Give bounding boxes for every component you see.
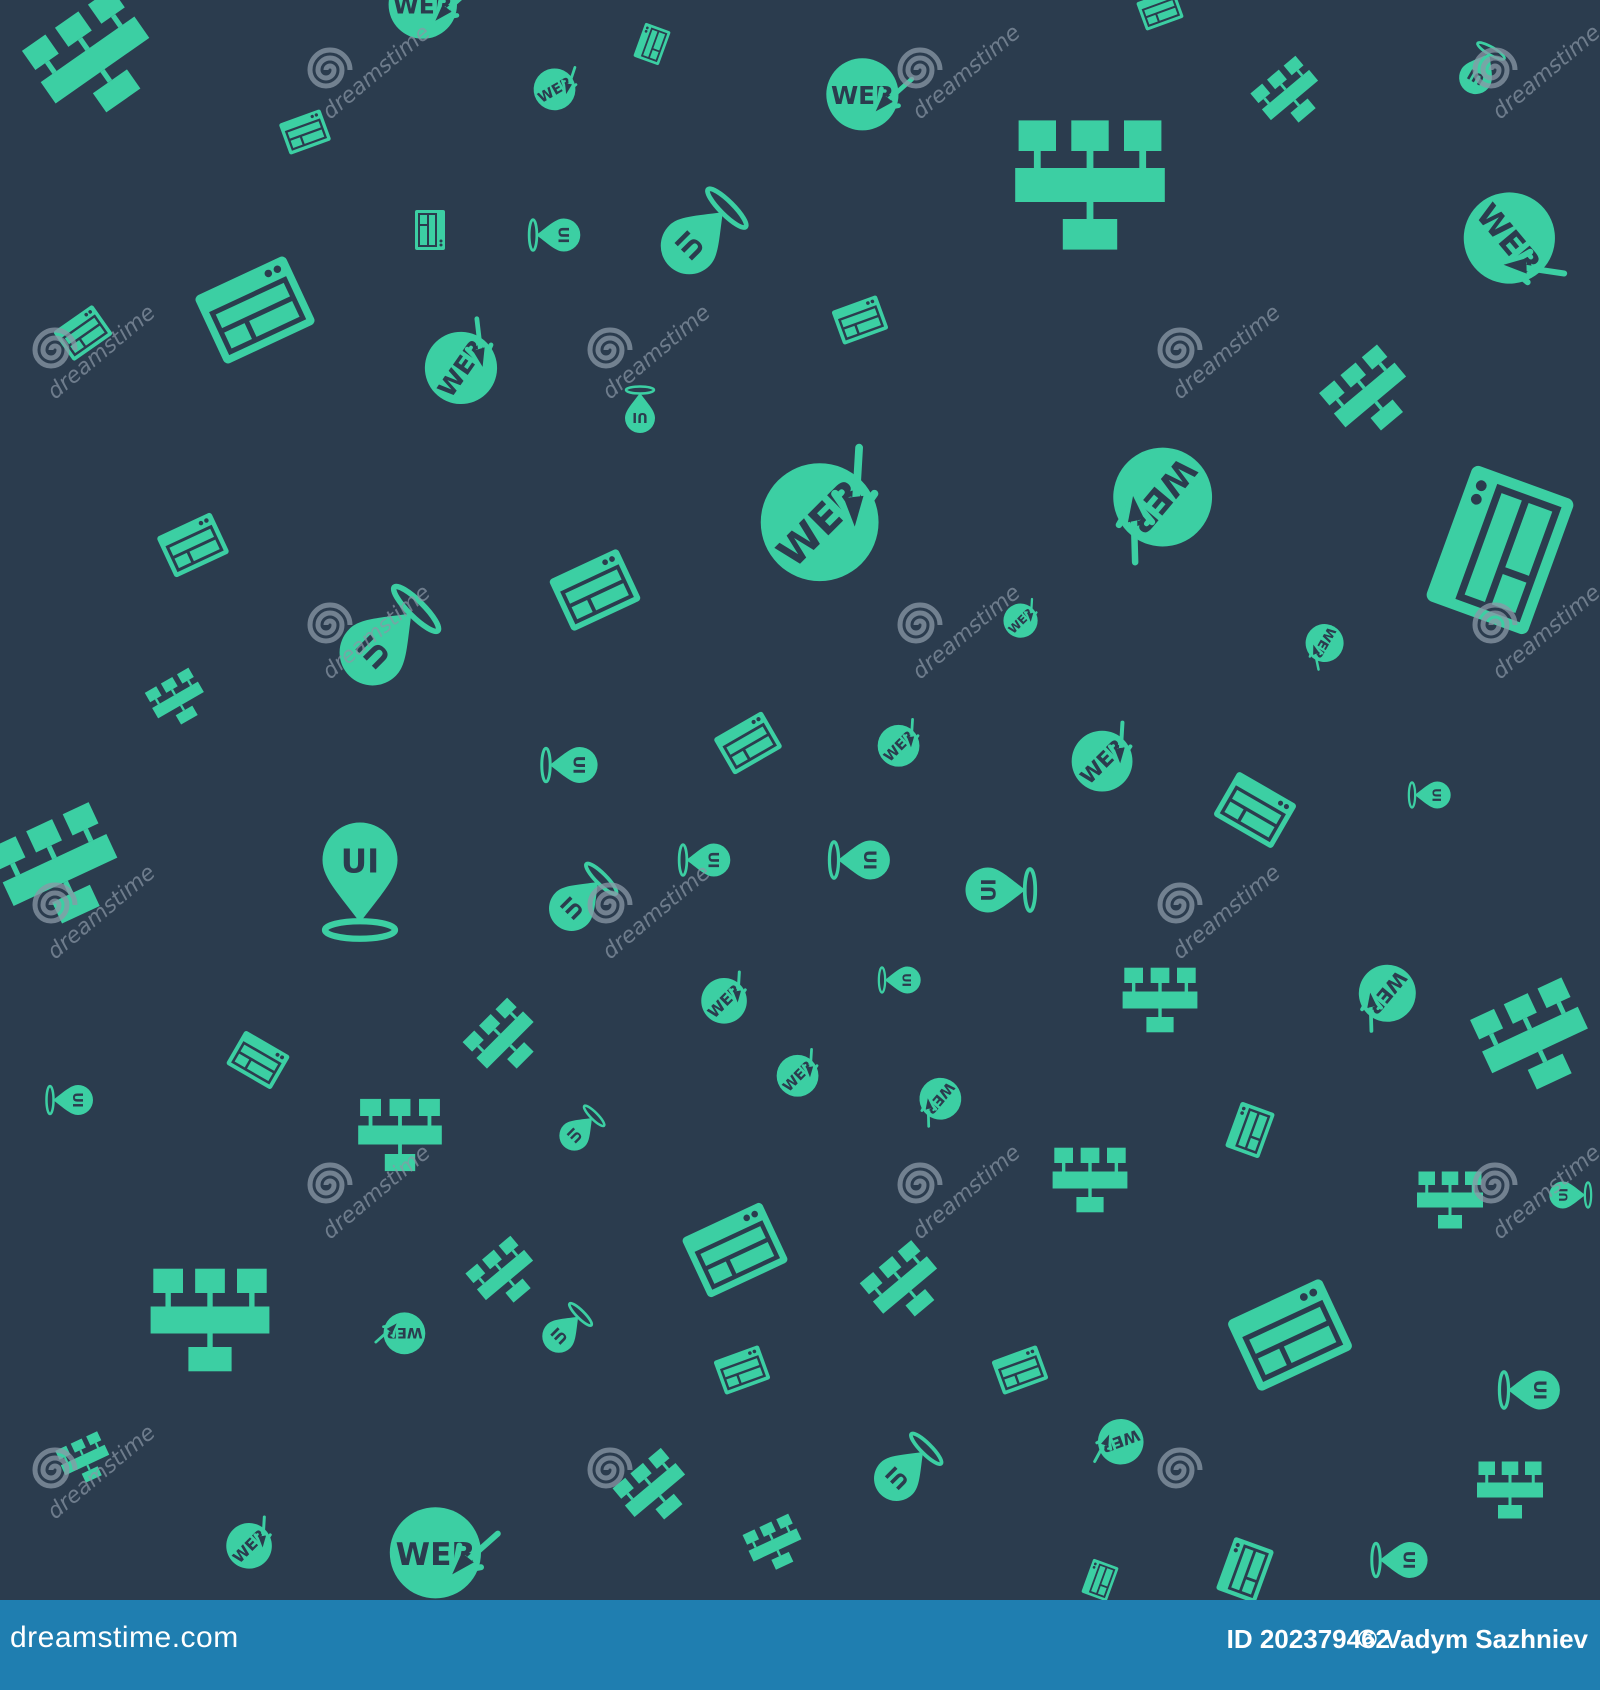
ui-location-pin-icon: UI bbox=[965, 867, 1038, 913]
browser-window-icon bbox=[157, 512, 229, 578]
sitemap-icon bbox=[462, 997, 534, 1069]
ui-location-pin-icon: UI bbox=[1407, 781, 1451, 809]
browser-window-icon bbox=[279, 109, 331, 155]
sitemap-icon bbox=[1470, 977, 1588, 1090]
svg-text:UI: UI bbox=[69, 1092, 84, 1107]
web-circle-icon: WEB bbox=[776, 1047, 819, 1097]
ui-location-pin-icon: UI bbox=[874, 1431, 944, 1501]
browser-window-icon bbox=[1228, 1279, 1352, 1391]
browser-window-icon bbox=[991, 1345, 1049, 1395]
svg-text:UI: UI bbox=[1556, 1188, 1570, 1202]
sitemap-icon bbox=[1015, 120, 1165, 250]
browser-window-icon bbox=[415, 210, 445, 250]
web-circle-icon: WEB bbox=[374, 1312, 426, 1355]
browser-window-icon bbox=[195, 256, 315, 364]
ui-location-pin-icon: UI bbox=[877, 966, 921, 994]
browser-window-icon bbox=[831, 295, 889, 345]
sitemap-icon bbox=[1417, 1171, 1483, 1229]
browser-window-icon bbox=[713, 1345, 771, 1395]
web-circle-icon: WEB bbox=[919, 1077, 962, 1128]
web-circle-icon: WEB bbox=[877, 717, 920, 767]
sitemap-icon bbox=[358, 1098, 442, 1172]
web-circle-icon: WEB bbox=[226, 1515, 272, 1569]
browser-window-icon bbox=[1081, 1558, 1119, 1600]
web-circle-icon: WEB bbox=[1071, 720, 1133, 792]
svg-text:UI: UI bbox=[570, 756, 588, 774]
browser-window-icon bbox=[714, 711, 782, 775]
ui-location-pin-icon: UI bbox=[540, 746, 598, 784]
web-circle-icon: WEB bbox=[424, 316, 498, 405]
web-circle-icon: WEB bbox=[388, 0, 462, 39]
web-circle-icon: WEB bbox=[1305, 624, 1344, 671]
svg-text:UI: UI bbox=[1400, 1551, 1418, 1569]
web-circle-icon: WEB bbox=[1113, 447, 1213, 566]
sitemap-icon bbox=[0, 802, 118, 924]
ui-location-pin-icon: UI bbox=[45, 1084, 93, 1116]
svg-text:UI: UI bbox=[341, 843, 379, 881]
ui-location-pin-icon: UI bbox=[1549, 1181, 1593, 1209]
sitemap-icon bbox=[1052, 1147, 1128, 1213]
browser-window-icon bbox=[1426, 465, 1574, 635]
web-circle-icon: WEB bbox=[826, 58, 915, 131]
svg-text:UI: UI bbox=[554, 227, 570, 244]
svg-text:UI: UI bbox=[860, 850, 880, 870]
web-circle-icon: WEB bbox=[1358, 964, 1416, 1033]
ui-location-pin-icon: UI bbox=[1497, 1370, 1560, 1410]
svg-text:UI: UI bbox=[632, 409, 647, 424]
ui-location-pin-icon: UI bbox=[559, 1104, 606, 1151]
sitemap-icon bbox=[859, 1240, 938, 1317]
sitemap-icon bbox=[1250, 55, 1319, 123]
svg-text:UI: UI bbox=[900, 973, 914, 987]
browser-window-icon bbox=[549, 549, 641, 631]
ui-location-pin-icon: UI bbox=[339, 583, 442, 686]
web-circle-icon: WEB bbox=[701, 970, 747, 1024]
web-circle-icon: WEB bbox=[760, 443, 879, 582]
browser-window-icon bbox=[1216, 1537, 1274, 1600]
sitemap-icon bbox=[1477, 1461, 1543, 1519]
sitemap-icon bbox=[150, 1268, 270, 1372]
browser-window-icon bbox=[226, 1031, 290, 1089]
web-circle-icon: WEB bbox=[389, 1507, 501, 1599]
web-circle-icon: WEB bbox=[1093, 1418, 1144, 1465]
browser-window-icon bbox=[1225, 1101, 1275, 1159]
svg-text:UI: UI bbox=[704, 852, 720, 869]
sitemap-icon bbox=[1122, 967, 1198, 1033]
svg-text:UI: UI bbox=[978, 878, 1001, 901]
sitemap-icon bbox=[1319, 344, 1407, 431]
ui-location-pin-icon: UI bbox=[549, 861, 619, 931]
browser-window-icon bbox=[53, 305, 113, 361]
ui-location-pin-icon: UI bbox=[660, 186, 749, 275]
stock-image: WEB WEB UI WEB UI UI WEB WEB UI WEB WEB UI WEB WEB UI W… bbox=[0, 0, 1600, 1690]
web-circle-icon: WEB bbox=[533, 66, 578, 111]
browser-window-icon bbox=[1136, 0, 1184, 31]
web-circle-icon: WEB bbox=[1003, 597, 1038, 638]
svg-text:UI: UI bbox=[1530, 1380, 1550, 1400]
ui-location-pin-icon: UI bbox=[1370, 1541, 1428, 1579]
ui-location-pin-icon: UI bbox=[624, 385, 656, 433]
browser-window-icon bbox=[633, 22, 671, 66]
svg-text:UI: UI bbox=[1430, 788, 1444, 802]
ui-location-pin-icon: UI bbox=[321, 822, 399, 942]
footer-brand[interactable]: dreamstime.com bbox=[10, 1621, 239, 1655]
sitemap-icon bbox=[612, 1447, 686, 1520]
browser-window-icon bbox=[682, 1202, 788, 1298]
sitemap-icon bbox=[742, 1513, 802, 1570]
sitemap-icon bbox=[465, 1235, 534, 1303]
icon-pattern: WEB WEB UI WEB UI UI WEB WEB UI WEB WEB UI WEB WEB UI W… bbox=[0, 0, 1593, 1600]
web-circle-icon: WEB bbox=[1463, 192, 1568, 286]
sitemap-icon bbox=[21, 0, 150, 113]
ui-location-pin-icon: UI bbox=[542, 1301, 594, 1353]
ui-location-pin-icon: UI bbox=[1459, 41, 1506, 95]
ui-location-pin-icon: UI bbox=[827, 840, 890, 880]
footer-author[interactable]: © Vadym Sazhniev bbox=[1358, 1624, 1588, 1655]
sitemap-icon bbox=[55, 1431, 110, 1483]
ui-location-pin-icon: UI bbox=[677, 843, 731, 877]
sitemap-icon bbox=[144, 667, 204, 725]
browser-window-icon bbox=[1214, 772, 1296, 848]
ui-location-pin-icon: UI bbox=[527, 218, 581, 252]
